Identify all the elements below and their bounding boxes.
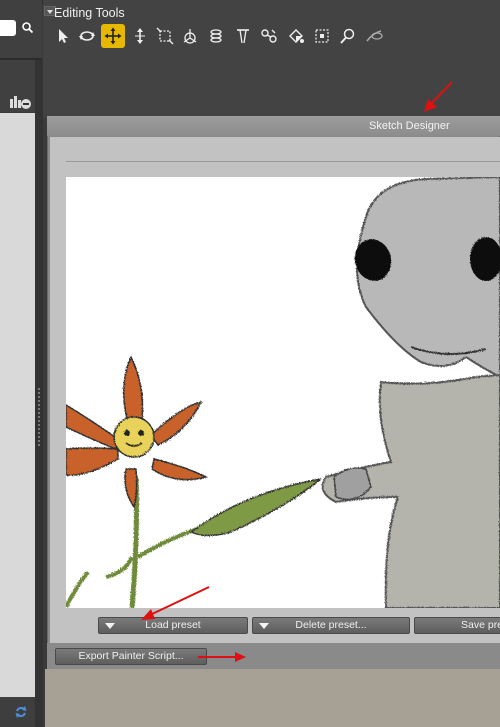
refresh-icon[interactable] (14, 705, 28, 719)
editing-tools-title: Editing Tools (54, 6, 125, 20)
section-separator (66, 161, 500, 162)
search-icon[interactable] (20, 20, 36, 36)
morph-brush-icon[interactable] (362, 24, 386, 48)
flower-stem (66, 476, 322, 608)
select-icon[interactable] (51, 24, 75, 48)
load-preset-button[interactable]: Load preset (98, 617, 248, 634)
save-preset-button[interactable]: Save preset (414, 617, 500, 634)
color-icon[interactable] (284, 24, 308, 48)
delete-preset-button[interactable]: Delete preset... (252, 617, 410, 634)
splitter-grip[interactable] (38, 388, 40, 448)
chain-icon[interactable] (257, 24, 281, 48)
twist-icon[interactable] (204, 24, 228, 48)
taper-icon[interactable] (231, 24, 255, 48)
scale-icon[interactable] (153, 24, 177, 48)
left-panel-content (0, 113, 35, 697)
export-painter-script-button[interactable]: Export Painter Script... (55, 648, 207, 665)
zoom-icon[interactable] (336, 24, 360, 48)
rotate-icon[interactable] (75, 24, 99, 48)
flower-head (66, 355, 209, 509)
alien-figure (321, 177, 500, 608)
library-search-input[interactable] (0, 20, 16, 36)
figure-minus-icon[interactable] (8, 94, 32, 110)
translate-icon[interactable] (101, 24, 125, 48)
universal-icon[interactable] (178, 24, 202, 48)
scale-vertical-icon[interactable] (128, 24, 152, 48)
sketch-preview-canvas (66, 177, 500, 608)
grab-icon[interactable] (310, 24, 334, 48)
sketch-designer-title: Sketch Designer (369, 120, 450, 132)
viewport-background (45, 669, 500, 727)
